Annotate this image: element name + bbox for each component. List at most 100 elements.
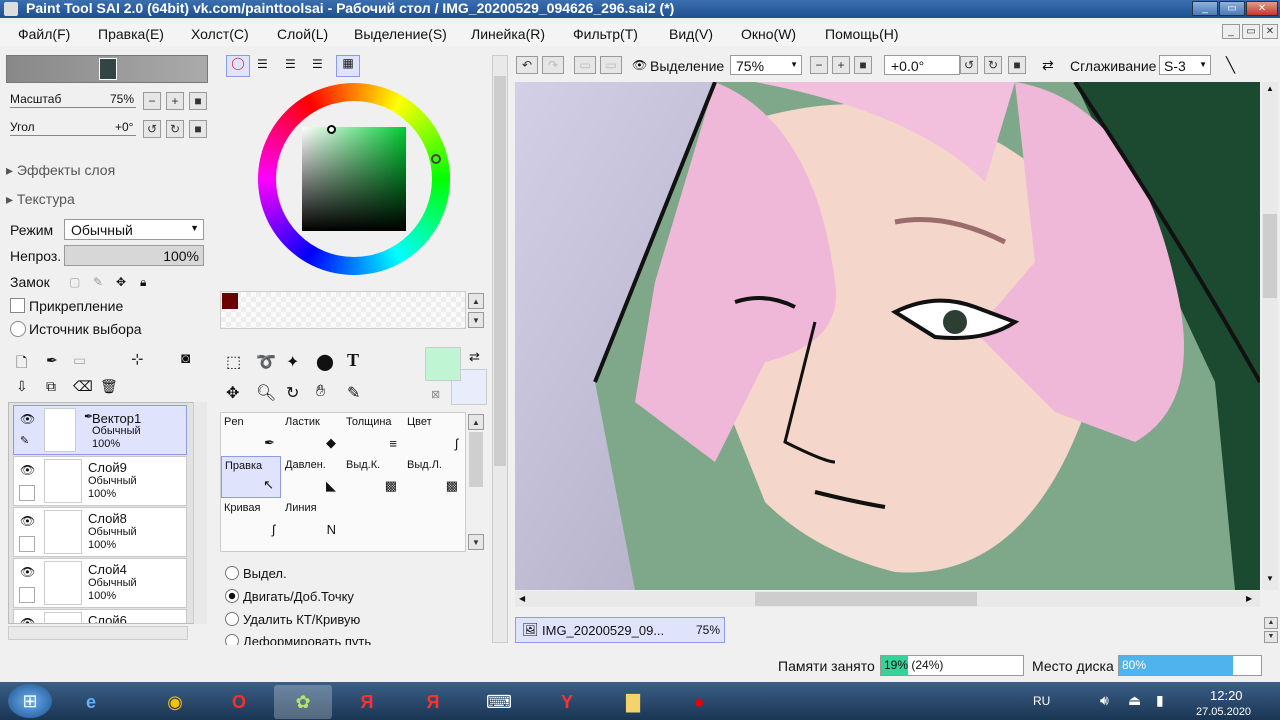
toolbar-rotate-right-button[interactable]: ↻ (984, 56, 1002, 74)
menu-selection[interactable]: Выделение(S) (354, 26, 447, 42)
flip-icon[interactable]: ⇄ (1042, 57, 1054, 74)
lock-transparency-icon[interactable]: ▢ (69, 275, 80, 289)
menu-edit[interactable]: Правка(E) (98, 26, 164, 42)
maximize-button[interactable]: ▭ (1219, 1, 1245, 16)
tool-scroll-down-button[interactable]: ▼ (468, 534, 484, 550)
angle-slider[interactable] (10, 135, 136, 136)
eye-icon[interactable]: 👁︎ (20, 565, 35, 579)
zoom-icon[interactable]: 🔍︎ (256, 383, 276, 403)
color-mixer-tab[interactable]: ☰ (312, 57, 323, 71)
menu-file[interactable]: Файл(F) (18, 26, 70, 42)
palette-scroll-up-button[interactable]: ▲ (468, 293, 484, 309)
zoom-out-button[interactable]: − (143, 92, 161, 110)
canvas-area[interactable] (515, 82, 1260, 590)
layer-row[interactable]: 👁︎ Слой9 Обычный 100% (13, 456, 187, 506)
layer-row[interactable]: 👁︎ ✎ Вектор1 ✒ Обычный 100% (13, 405, 187, 455)
yandex-app-icon[interactable]: Y (538, 685, 596, 719)
chrome-icon[interactable]: ◉ (146, 685, 204, 719)
swap-colors-icon[interactable]: ⇄ (469, 349, 480, 365)
new-layer-icon[interactable]: 🗋 (16, 352, 27, 376)
scroll-left-icon[interactable]: ◀ (519, 594, 525, 603)
tool-curve[interactable]: Кривая ʃ (221, 499, 281, 541)
option-deform-path[interactable]: Деформировать путь (225, 634, 371, 645)
eye-icon[interactable]: 👁︎ (20, 616, 35, 623)
doc-restore-button[interactable]: ▭ (1242, 24, 1260, 39)
option-select[interactable]: Выдел. (225, 566, 287, 581)
palette-swatch[interactable] (222, 293, 238, 309)
source-radio[interactable] (10, 321, 26, 337)
eye-icon[interactable]: 👁︎ (20, 463, 35, 477)
folder-icon[interactable]: ▇ (604, 685, 662, 719)
doc-minimize-button[interactable]: _ (1222, 24, 1240, 39)
texture-toggle[interactable]: ▸ Текстура (6, 191, 75, 208)
tool-color[interactable]: Цвет ʃ (404, 413, 464, 455)
menu-view[interactable]: Вид(V) (669, 26, 713, 42)
tool-select-line[interactable]: Выд.Л. ▩ (404, 456, 464, 498)
scroll-right-icon[interactable]: ▶ (1246, 594, 1252, 603)
close-button[interactable]: ✕ (1246, 1, 1278, 16)
paint-tool-sai-icon[interactable]: ✿ (274, 685, 332, 719)
merge-down-icon[interactable]: ⇩ (16, 378, 28, 395)
canvas-hscrollbar[interactable]: ◀ ▶ (515, 591, 1260, 607)
scale-slider[interactable] (10, 107, 136, 108)
new-folder-icon[interactable]: ▭ (73, 352, 86, 369)
menu-window[interactable]: Окно(W) (741, 26, 796, 42)
network-icon[interactable]: ▮ (1156, 692, 1164, 709)
primary-color-swatch[interactable] (425, 347, 461, 381)
redo-button[interactable]: ↷ (542, 56, 564, 74)
delete-layer-icon[interactable]: 🗑︎ (100, 378, 118, 395)
tabs-scroll-down-button[interactable]: ▼ (1264, 631, 1278, 643)
yandex-icon[interactable]: Я (338, 685, 396, 719)
doc-close-button[interactable]: ✕ (1262, 24, 1278, 39)
volume-icon[interactable]: 🔊︎ (1100, 692, 1109, 709)
toolbar-zoom-out-button[interactable]: − (810, 56, 828, 74)
tool-pen[interactable]: Pen ✒ (221, 413, 281, 455)
hue-handle[interactable] (431, 154, 441, 164)
tool-edit[interactable]: Правка ↖ (221, 456, 281, 498)
layer-row[interactable]: 👁︎ Слой8 Обычный 100% (13, 507, 187, 557)
lock-move-icon[interactable]: ✥ (116, 275, 126, 289)
layer-checkbox[interactable] (19, 587, 35, 603)
smoothing-select[interactable]: S-3 ▼ (1159, 55, 1211, 75)
menu-ruler[interactable]: Линейка(R) (471, 26, 545, 42)
layer-checkbox[interactable] (19, 485, 35, 501)
palette-scroll-down-button[interactable]: ▼ (468, 312, 484, 328)
hsv-slider-tab[interactable]: ☰ (285, 57, 296, 71)
invert-selection-button[interactable]: ▭ (600, 56, 622, 74)
rgb-slider-tab[interactable]: ☰ (257, 57, 268, 71)
clip-checkbox[interactable] (10, 298, 25, 313)
ie-icon[interactable]: e (62, 685, 120, 719)
lock-all-icon[interactable]: 🔒︎ (140, 275, 146, 290)
hand-icon[interactable]: ✋︎ (316, 383, 325, 401)
menu-filter[interactable]: Фильтр(T) (573, 26, 638, 42)
tool-select-stroke[interactable]: Выд.К. ▩ (343, 456, 403, 498)
undo-button[interactable]: ↶ (516, 56, 538, 74)
tool-eraser[interactable]: Ластик ◆ (282, 413, 342, 455)
eyedropper-icon[interactable]: ✎ (347, 383, 360, 403)
eye-icon[interactable]: 👁︎ (20, 412, 35, 426)
canvas-vscrollbar[interactable]: ▲ ▼ (1262, 82, 1278, 590)
copy-layer-icon[interactable]: ⧉ (46, 378, 56, 395)
toolbar-rotate-reset-button[interactable]: ■ (1008, 56, 1026, 74)
option-delete-point[interactable]: Удалить КТ/Кривую (225, 612, 360, 627)
lock-paint-icon[interactable]: ✎ (93, 275, 103, 289)
document-tab[interactable]: 🖼︎ IMG_20200529_09... 75% (515, 617, 725, 643)
zoom-in-button[interactable]: + (166, 92, 184, 110)
new-vector-layer-icon[interactable]: ✒ (46, 352, 58, 369)
menu-layer[interactable]: Слой(L) (277, 26, 328, 42)
rect-select-icon[interactable]: ⬚ (226, 352, 241, 372)
swatches-tab[interactable]: ▦ (336, 55, 360, 77)
minimize-button[interactable]: _ (1192, 1, 1218, 16)
start-button[interactable]: ⊞ (8, 684, 52, 718)
move-icon[interactable]: ✥ (226, 383, 239, 403)
tool-pressure[interactable]: Давлен. ◣ (282, 456, 342, 498)
opera-icon[interactable]: O (210, 685, 268, 719)
stabilizer-line-icon[interactable]: ╲ (1226, 56, 1235, 74)
canvas-vscrollbar-thumb[interactable] (1263, 214, 1277, 298)
mode-select[interactable]: Обычный ▼ (64, 219, 204, 240)
transparent-color-icon[interactable]: ⊠ (431, 388, 440, 401)
usb-icon[interactable]: ⏏ (1128, 692, 1141, 709)
layer-checkbox[interactable] (19, 536, 35, 552)
tool-thickness[interactable]: Толщина ≡ (343, 413, 403, 455)
rotate-left-button[interactable]: ↺ (143, 120, 161, 138)
